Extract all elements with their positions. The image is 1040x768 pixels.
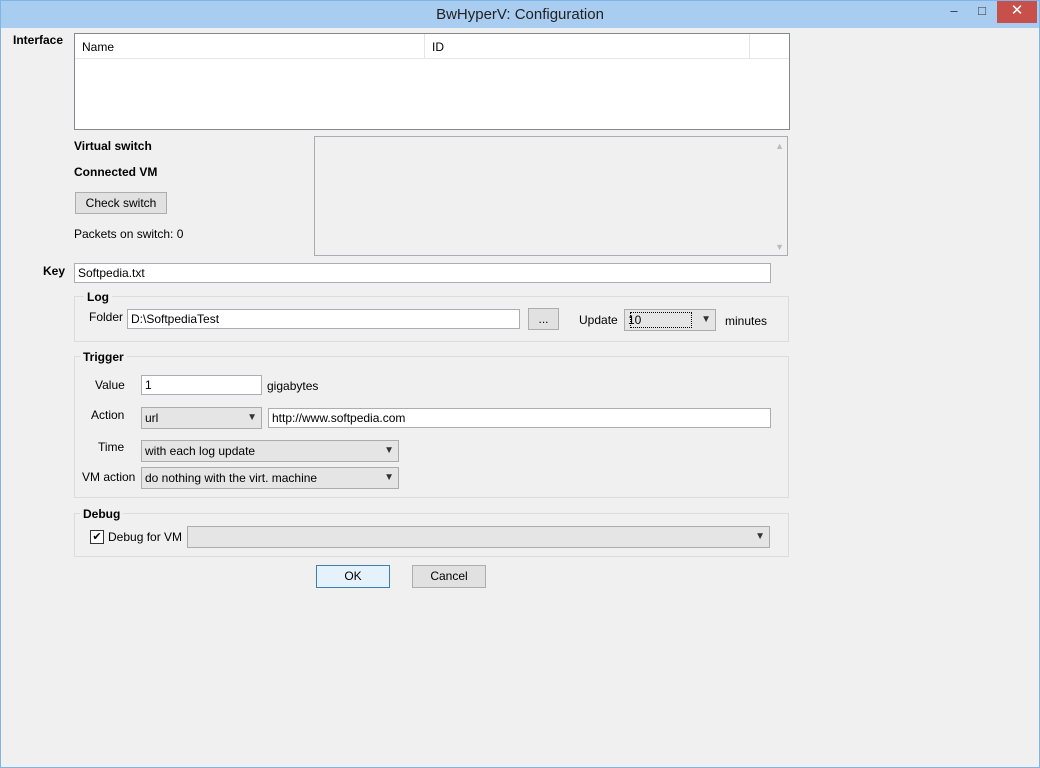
debug-group-label: Debug [80,507,124,521]
scroll-up-icon[interactable]: ▲ [775,141,784,151]
key-input[interactable]: Softpedia.txt [74,263,771,283]
debug-for-vm-label: Debug for VM [108,530,183,544]
connected-vm-label: Connected VM [74,165,158,179]
update-interval-value: 10 [628,310,694,330]
close-button[interactable]: ✕ [997,1,1037,23]
time-select[interactable]: with each log update ▼ [141,440,399,462]
action-target-input[interactable]: http://www.softpedia.com [268,408,771,428]
trigger-group-label: Trigger [80,350,127,364]
chevron-down-icon: ▼ [384,445,394,456]
action-select[interactable]: url ▼ [141,407,262,429]
minimize-button[interactable]: – [939,1,969,23]
maximize-button[interactable]: □ [969,1,995,23]
update-label: Update [579,313,618,327]
trigger-value-input[interactable]: 1 [141,375,262,395]
gigabytes-label: gigabytes [267,379,319,393]
vm-action-select[interactable]: do nothing with the virt. machine ▼ [141,467,399,489]
switch-output-textarea[interactable]: ▲ ▼ [314,136,788,256]
virtual-switch-label: Virtual switch [74,139,152,153]
interface-list[interactable]: Name ID [74,33,790,130]
time-select-value: with each log update [145,444,256,458]
browse-folder-button[interactable]: ... [528,308,559,330]
chevron-down-icon: ▼ [384,472,394,483]
cancel-button[interactable]: Cancel [412,565,486,588]
update-interval-select[interactable]: 10 ▼ [624,309,716,331]
log-group-label: Log [84,290,112,304]
key-label: Key [43,264,66,278]
chevron-down-icon: ▼ [755,531,765,542]
checkmark-icon: ✔ [92,531,102,543]
action-label: Action [91,408,125,422]
trigger-value-label: Value [95,378,125,392]
column-header-name[interactable]: Name [75,34,425,58]
vm-action-label: VM action [82,470,136,484]
minutes-label: minutes [725,314,768,328]
window-title: BwHyperV: Configuration [436,6,604,23]
debug-for-vm-checkbox[interactable]: ✔ [90,530,104,544]
folder-input[interactable]: D:\SoftpediaTest [127,309,520,329]
column-header-id[interactable]: ID [425,34,750,58]
debug-vm-select[interactable]: ▼ [187,526,770,548]
interface-list-header: Name ID [75,34,789,59]
chevron-down-icon: ▼ [247,412,257,423]
folder-label: Folder [89,310,124,324]
interface-label: Interface [13,33,64,47]
config-window: BwHyperV: Configuration – □ ✕ Interface … [0,0,1040,768]
time-label: Time [98,440,125,454]
action-select-value: url [145,411,159,425]
ok-button[interactable]: OK [316,565,390,588]
scroll-down-icon[interactable]: ▼ [775,242,784,252]
chevron-down-icon: ▼ [701,314,711,325]
check-switch-button[interactable]: Check switch [75,192,167,214]
title-bar: BwHyperV: Configuration – □ ✕ [1,1,1039,28]
vm-action-select-value: do nothing with the virt. machine [145,471,318,485]
packets-on-switch-text: Packets on switch: 0 [74,227,184,241]
